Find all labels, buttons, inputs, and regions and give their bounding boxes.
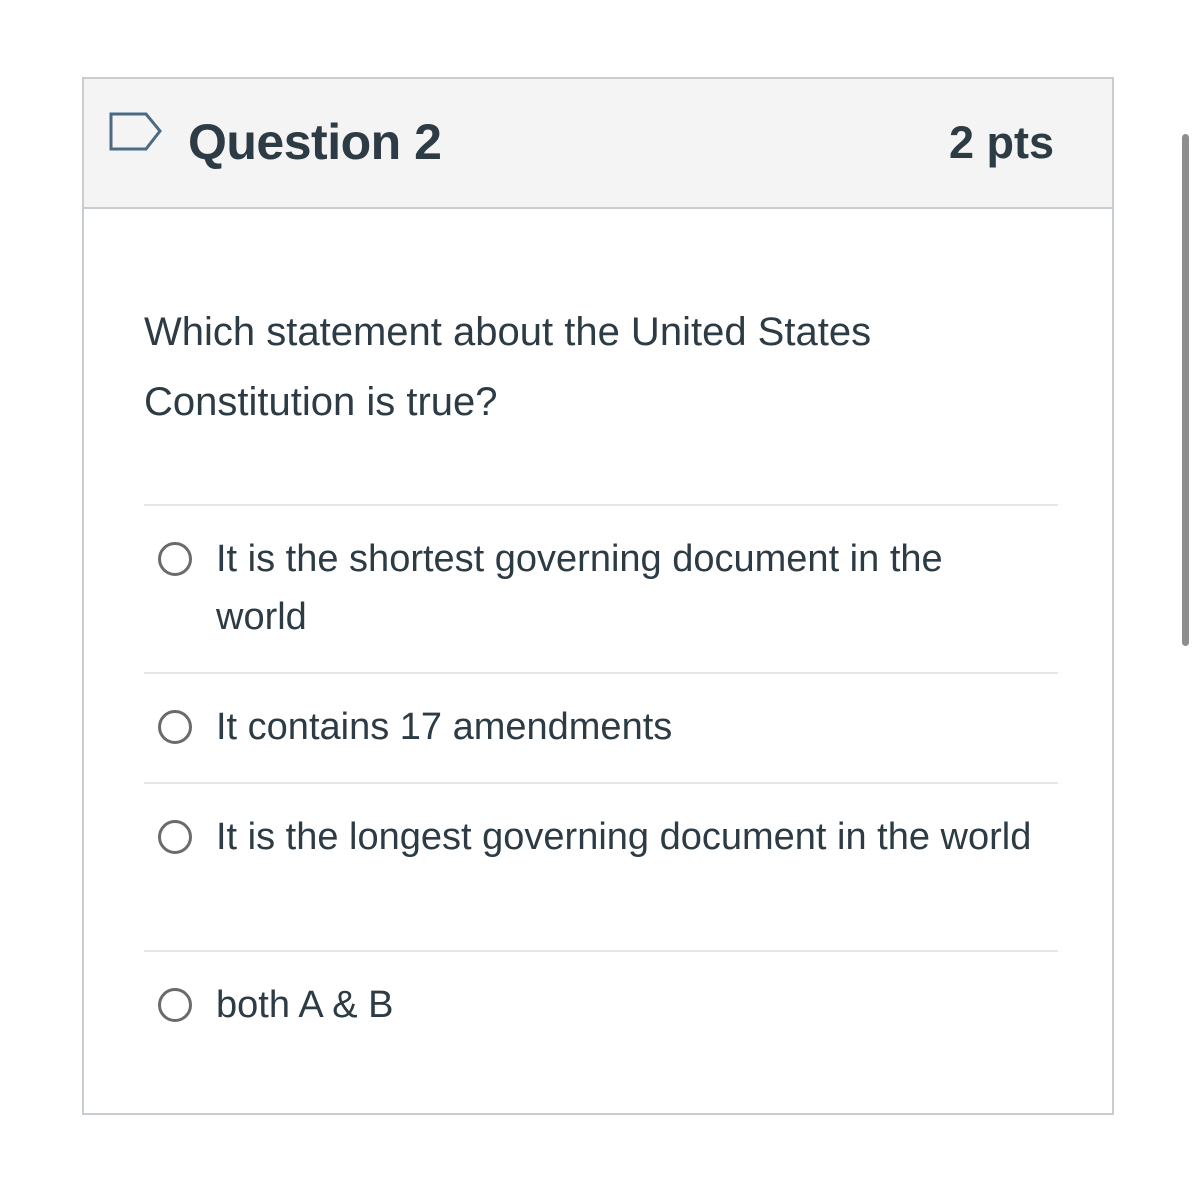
radio-button-3[interactable] [158, 820, 192, 854]
question-title: Question 2 [188, 114, 442, 170]
question-header: Question 2 2 pts [84, 79, 1112, 209]
answer-option-1[interactable]: It is the shortest governing document in… [144, 506, 1058, 672]
question-card: Question 2 2 pts Which statement about t… [82, 77, 1114, 1115]
answer-label-2[interactable]: It contains 17 amendments [216, 698, 1036, 756]
answer-label-1[interactable]: It is the shortest governing document in… [216, 530, 1036, 646]
scrollbar-thumb[interactable] [1182, 134, 1189, 646]
quiz-page: Question 2 2 pts Which statement about t… [0, 0, 1200, 1200]
answer-label-4[interactable]: both A & B [216, 976, 1036, 1034]
question-text: Which statement about the United States … [144, 310, 872, 424]
answer-label-3[interactable]: It is the longest governing document in … [216, 808, 1036, 866]
answer-list: It is the shortest governing document in… [144, 504, 1058, 1060]
answer-option-4[interactable]: both A & B [144, 952, 1058, 1060]
radio-button-1[interactable] [158, 542, 192, 576]
answer-option-2[interactable]: It contains 17 amendments [144, 674, 1058, 782]
flag-question-icon[interactable] [108, 109, 164, 157]
radio-button-4[interactable] [158, 988, 192, 1022]
question-points: 2 pts [948, 117, 1054, 168]
answer-option-3[interactable]: It is the longest governing document in … [144, 784, 1058, 950]
radio-button-2[interactable] [158, 710, 192, 744]
